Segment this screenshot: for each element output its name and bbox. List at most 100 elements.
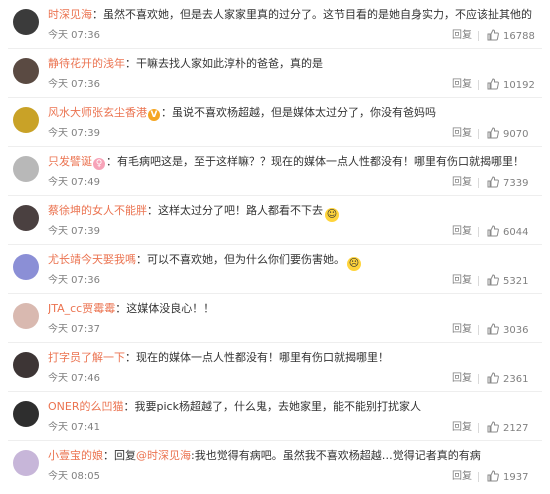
- comment-text: 这样太过分了吧！路人都看不下去: [158, 204, 323, 217]
- comment-item: 小壹宝的娘：回复@时深见海:我也觉得有病吧。虽然我不喜欢杨超越…觉得记者真的有病…: [0, 441, 550, 490]
- avatar[interactable]: [13, 450, 39, 476]
- comment-text: 有毛病吧这是，至于这样嘛？？现在的媒体一点人性都没有！哪里有伤口就揭哪里！: [117, 155, 524, 168]
- avatar[interactable]: [13, 107, 39, 133]
- comment-item: ONER的么凹猫：我要pick杨超越了，什么鬼，去她家里，能不能别打扰家人 今天…: [0, 392, 550, 441]
- like-count: 2361: [503, 374, 529, 385]
- comment-line: 打字员了解一下：现在的媒体一点人性都没有！哪里有伤口就揭哪里！: [48, 351, 389, 364]
- like-button[interactable]: 16788: [487, 29, 535, 43]
- username-link[interactable]: 打字员了解一下: [48, 351, 125, 364]
- comment-time: 今天 07:37: [48, 324, 100, 335]
- thumbs-up-icon: [487, 421, 499, 433]
- verified-badge-icon[interactable]: V: [148, 109, 160, 121]
- comment-time: 今天 07:46: [48, 373, 100, 384]
- thumbs-up-icon: [487, 470, 499, 482]
- female-badge-icon[interactable]: ♀: [93, 158, 105, 170]
- like-count: 7339: [503, 178, 529, 189]
- like-count: 2127: [503, 423, 529, 434]
- comment-line: 只发譬诞 ♀ ：有毛病吧这是，至于这样嘛？？现在的媒体一点人性都没有！哪里有伤口就揭…: [48, 155, 524, 170]
- like-count: 9070: [503, 129, 529, 140]
- comment-time: 今天 08:05: [48, 471, 100, 482]
- comment-text: :我也觉得有病吧。虽然我不喜欢杨超越…觉得记者真的有病: [191, 449, 481, 462]
- comment-text: 这媒体没良心！！: [126, 302, 215, 315]
- like-button[interactable]: 7339: [487, 176, 528, 190]
- comment-line: ONER的么凹猫：我要pick杨超越了，什么鬼，去她家里，能不能别打扰家人: [48, 400, 421, 413]
- comment-text: 虽说不喜欢杨超越，但是媒体太过分了，你没有爸妈吗: [172, 106, 436, 119]
- reply-button[interactable]: 回复: [452, 176, 472, 190]
- comment-text: 可以不喜欢她，但为什么你们要伤害她。: [147, 253, 345, 266]
- username-link[interactable]: 蔡徐坤的女人不能胖: [48, 204, 147, 217]
- comment-line: 静待花开的浅年：干嘛去找人家如此淳朴的爸爸，真的是: [48, 57, 323, 70]
- thumbs-up-icon: [487, 225, 499, 237]
- comment-text: 虽然不喜欢她，但是去人家家里真的过分了。这节目看的是她自身实力，不应该扯其他的: [103, 8, 532, 21]
- action-divider: [478, 31, 479, 41]
- like-count: 16788: [503, 31, 535, 42]
- action-divider: [478, 325, 479, 335]
- comment-text: 干嘛去找人家如此淳朴的爸爸，真的是: [136, 57, 323, 70]
- username-link[interactable]: 静待花开的浅年: [48, 57, 125, 70]
- action-divider: [478, 423, 479, 433]
- reply-button[interactable]: 回复: [452, 323, 472, 337]
- thumbs-up-icon: [487, 29, 499, 41]
- comment-line: 尤长靖今天娶我嗎：可以不喜欢她，但为什么你们要伤害她。 ☹: [48, 253, 361, 271]
- action-divider: [478, 227, 479, 237]
- like-button[interactable]: 2361: [487, 372, 528, 386]
- avatar[interactable]: [13, 58, 39, 84]
- reply-button[interactable]: 回复: [452, 372, 472, 386]
- like-button[interactable]: 10192: [487, 78, 535, 92]
- like-button[interactable]: 1937: [487, 470, 528, 484]
- reply-button[interactable]: 回复: [452, 421, 472, 435]
- avatar[interactable]: [13, 352, 39, 378]
- like-button[interactable]: 9070: [487, 127, 528, 141]
- avatar[interactable]: [13, 9, 39, 35]
- comment-line: 小壹宝的娘：回复@时深见海:我也觉得有病吧。虽然我不喜欢杨超越…觉得记者真的有病: [48, 449, 481, 462]
- avatar[interactable]: [13, 303, 39, 329]
- comment-item: 打字员了解一下：现在的媒体一点人性都没有！哪里有伤口就揭哪里！ 今天 07:46…: [0, 343, 550, 392]
- thumbs-up-icon: [487, 274, 499, 286]
- reply-button[interactable]: 回复: [452, 225, 472, 239]
- comment-item: 风水大师张玄尘香港 V ：虽说不喜欢杨超越，但是媒体太过分了，你没有爸妈吗 今天 0…: [0, 98, 550, 147]
- comment-time: 今天 07:39: [48, 226, 100, 237]
- username-link[interactable]: 时深见海: [48, 8, 92, 21]
- reply-button[interactable]: 回复: [452, 78, 472, 92]
- sad-emoji-icon: ☹: [347, 257, 361, 271]
- like-button[interactable]: 5321: [487, 274, 528, 288]
- reply-button[interactable]: 回复: [452, 127, 472, 141]
- like-count: 10192: [503, 80, 535, 91]
- like-count: 6044: [503, 227, 529, 238]
- username-link[interactable]: 尤长靖今天娶我嗎: [48, 253, 136, 266]
- username-link[interactable]: 小壹宝的娘: [48, 449, 103, 462]
- mention-link[interactable]: @时深见海: [136, 449, 191, 462]
- comment-item: JTA_cc贾霉霉：这媒体没良心！！ 今天 07:37 回复 3036: [0, 294, 550, 343]
- username-link[interactable]: JTA_cc贾霉霉: [48, 302, 115, 315]
- username-link[interactable]: 只发譬诞: [48, 155, 92, 168]
- comment-time: 今天 07:36: [48, 275, 100, 286]
- reply-button[interactable]: 回复: [452, 470, 472, 484]
- comment-line: 时深见海：虽然不喜欢她，但是去人家家里真的过分了。这节目看的是她自身实力，不应该…: [48, 8, 532, 21]
- like-button[interactable]: 6044: [487, 225, 528, 239]
- comment-item: 静待花开的浅年：干嘛去找人家如此淳朴的爸爸，真的是 今天 07:36 回复 10…: [0, 49, 550, 98]
- smile-emoji-icon: ☺: [325, 208, 339, 222]
- like-count: 5321: [503, 276, 529, 287]
- reply-button[interactable]: 回复: [452, 29, 472, 43]
- action-divider: [478, 129, 479, 139]
- avatar[interactable]: [13, 401, 39, 427]
- avatar[interactable]: [13, 156, 39, 182]
- comment-time: 今天 07:49: [48, 177, 100, 188]
- thumbs-up-icon: [487, 127, 499, 139]
- avatar[interactable]: [13, 205, 39, 231]
- reply-button[interactable]: 回复: [452, 274, 472, 288]
- like-count: 1937: [503, 472, 529, 483]
- like-count: 3036: [503, 325, 529, 336]
- username-link[interactable]: ONER的么凹猫: [48, 400, 123, 413]
- action-divider: [478, 472, 479, 482]
- avatar[interactable]: [13, 254, 39, 280]
- like-button[interactable]: 2127: [487, 421, 528, 435]
- action-divider: [478, 374, 479, 384]
- like-button[interactable]: 3036: [487, 323, 528, 337]
- action-divider: [478, 276, 479, 286]
- comment-item: 时深见海：虽然不喜欢她，但是去人家家里真的过分了。这节目看的是她自身实力，不应该…: [0, 0, 550, 49]
- username-link[interactable]: 风水大师张玄尘香港: [48, 106, 147, 119]
- comment-time: 今天 07:36: [48, 79, 100, 90]
- thumbs-up-icon: [487, 78, 499, 90]
- comment-line: 蔡徐坤的女人不能胖：这样太过分了吧！路人都看不下去 ☺: [48, 204, 339, 222]
